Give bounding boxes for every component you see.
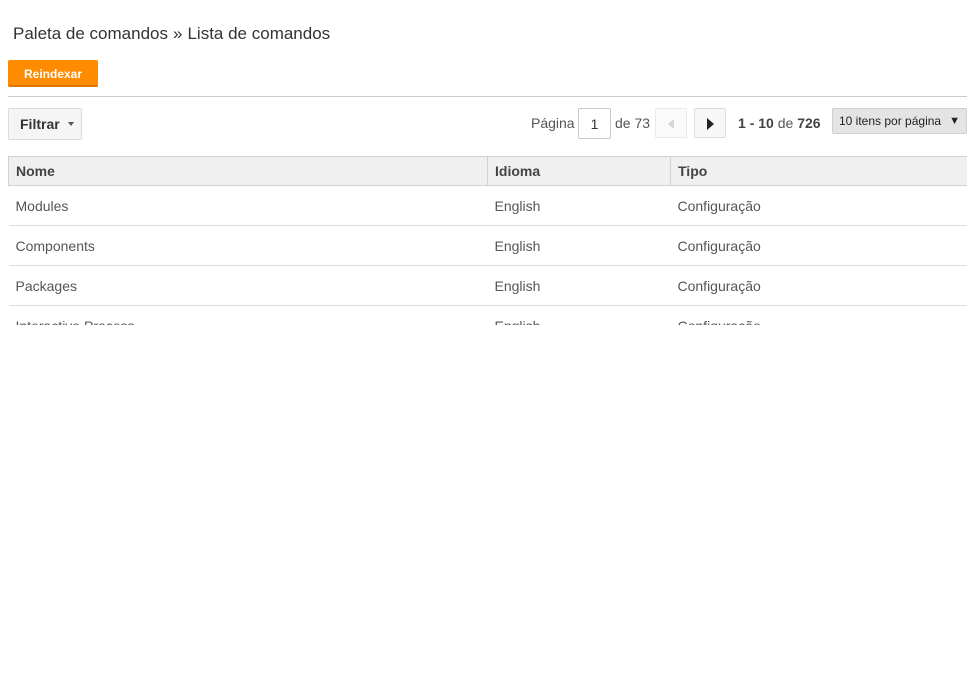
items-per-page-value: 10 itens por página — [839, 114, 942, 128]
table-row[interactable]: Interactive Process English Configuração — [8, 305, 967, 325]
cell-name: Packages — [8, 265, 488, 306]
column-header-type[interactable]: Tipo — [670, 156, 967, 186]
column-header-name[interactable]: Nome — [8, 156, 488, 186]
previous-page-button[interactable] — [655, 108, 687, 138]
cell-type: Configuração — [670, 305, 967, 325]
cell-name: Interactive Process — [8, 305, 488, 325]
cell-language: English — [487, 185, 671, 226]
cell-name: Modules — [8, 185, 488, 226]
table-row[interactable]: Packages English Configuração — [8, 265, 967, 306]
filter-label: Filtrar — [20, 116, 60, 132]
table-row[interactable]: Components English Configuração — [8, 225, 967, 266]
item-range: 1 - 10 de 726 — [738, 115, 821, 131]
caret-down-icon — [67, 122, 74, 126]
commands-table: Nome Idioma Tipo Modules English Configu… — [8, 156, 967, 325]
breadcrumb-current: Lista de comandos — [187, 24, 331, 43]
range-dash: - — [749, 115, 755, 131]
range-of: de — [777, 115, 794, 131]
page: Paleta de comandos » Lista de comandos Rei… — [0, 0, 975, 684]
range-end: 10 — [758, 115, 774, 131]
reindex-button[interactable]: Reindexar — [8, 60, 98, 87]
column-header-language[interactable]: Idioma — [487, 156, 671, 186]
total-items: 726 — [797, 115, 821, 131]
next-page-button[interactable] — [694, 108, 726, 138]
breadcrumb: Paleta de comandos » Lista de comandos — [13, 24, 330, 44]
items-per-page-select[interactable]: 10 itens por página ▼ — [832, 108, 967, 134]
range-start: 1 — [738, 115, 746, 131]
breadcrumb-parent[interactable]: Paleta de comandos — [13, 24, 168, 43]
table-header-row: Nome Idioma Tipo — [8, 156, 967, 186]
cell-language: English — [487, 305, 671, 325]
triangle-left-icon — [668, 119, 674, 129]
triangle-right-icon — [706, 118, 714, 130]
cell-name: Components — [8, 225, 488, 266]
divider — [8, 96, 967, 97]
table-row[interactable]: Modules English Configuração — [8, 185, 967, 226]
cell-language: English — [487, 265, 671, 306]
page-label: Página — [531, 115, 575, 131]
of-word: de — [615, 115, 631, 131]
dropdown-arrow-icon: ▼ — [949, 115, 960, 127]
cell-language: English — [487, 225, 671, 266]
page-of-label: de 73 — [615, 115, 650, 131]
page-number-input[interactable] — [578, 108, 611, 139]
filter-button[interactable]: Filtrar — [8, 108, 82, 140]
cell-type: Configuração — [670, 225, 967, 266]
cell-type: Configuração — [670, 265, 967, 306]
breadcrumb-separator: » — [173, 24, 183, 43]
cell-type: Configuração — [670, 185, 967, 226]
total-pages: 73 — [634, 115, 651, 131]
